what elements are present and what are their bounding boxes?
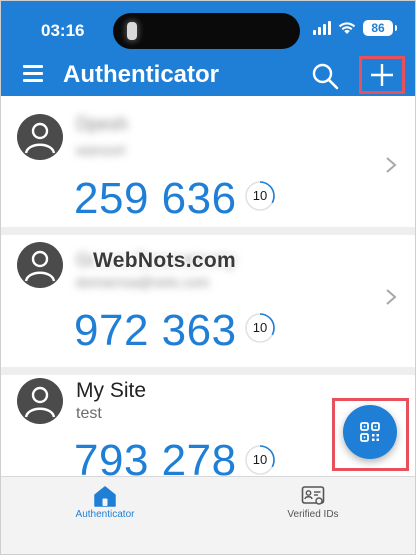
account-username: domarnsa@nets.com [76,274,210,290]
watermark: WebNots.com [93,249,236,272]
menu-icon[interactable] [23,65,43,83]
countdown-timer: 10 [244,444,276,476]
account-username: wanoorl [76,142,126,158]
timer-seconds: 10 [252,188,268,203]
account-card[interactable]: Dpesh wanoorl 259 636 10 [1,96,415,228]
qr-scan-icon [360,422,380,442]
battery-tip [395,25,397,31]
home-icon [94,486,116,507]
otp-code[interactable]: 972 363 [74,306,237,356]
dynamic-island [113,13,300,49]
chevron-right-icon[interactable] [385,288,397,306]
status-time: 03:16 [41,21,85,40]
chevron-right-icon[interactable] [385,156,397,174]
cellular-signal-icon [313,21,331,35]
tab-label: Verified IDs [287,509,339,520]
add-account-button[interactable] [359,56,405,94]
otp-code[interactable]: 259 636 [74,174,237,224]
battery-icon: 86 [363,20,393,36]
countdown-timer: 10 [244,180,276,212]
page-title: Authenticator [63,61,219,88]
id-card-icon [301,486,325,505]
tab-label: Authenticator [75,509,135,520]
avatar [17,114,63,160]
camera-indicator-icon [127,22,137,40]
account-name: My Site [76,379,147,402]
person-icon [24,250,56,282]
person-icon [24,386,56,418]
countdown-timer: 10 [244,312,276,344]
scan-qr-button[interactable] [343,405,397,459]
timer-seconds: 10 [252,320,268,335]
tab-verified-ids[interactable]: Verified IDs [209,477,415,554]
timer-seconds: 10 [252,452,268,467]
tab-authenticator[interactable]: Authenticator [1,477,209,554]
account-name: Dpesh [76,114,129,134]
bottom-tab-bar: Authenticator Verified IDs [1,476,415,554]
account-username: test [76,405,102,422]
app-header: 03:16 86 Authenticator [1,1,415,96]
app-screen: 03:16 86 Authenticator Dpesh wanoorl 259… [0,0,416,555]
add-icon [371,64,393,86]
avatar [17,242,63,288]
search-icon[interactable] [310,61,340,91]
wifi-icon [338,22,356,34]
status-icons: 86 [313,20,397,36]
avatar [17,378,63,424]
person-icon [24,122,56,154]
